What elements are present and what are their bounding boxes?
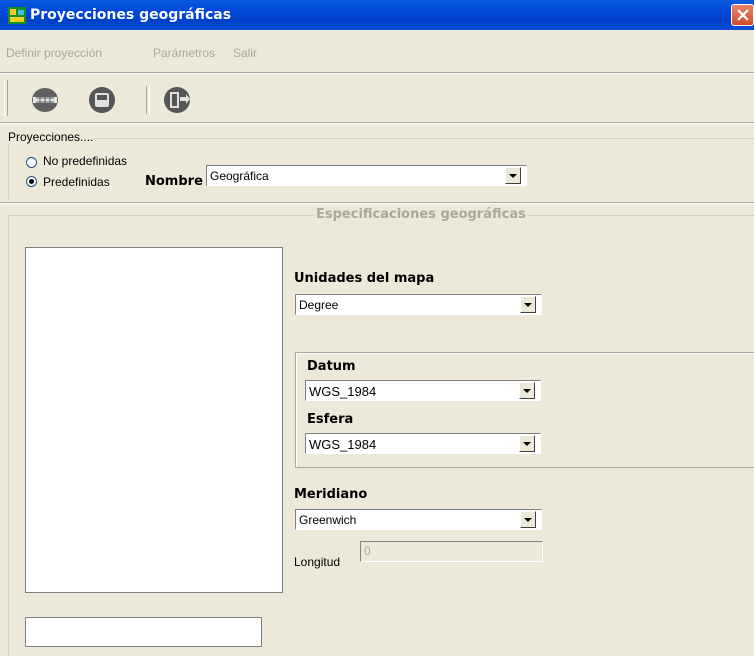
meridian-select-value: Greenwich	[299, 513, 357, 527]
title-bar[interactable]: Proyecciones geográficas	[0, 0, 754, 30]
globe-icon[interactable]	[31, 86, 59, 114]
geo-specs-legend: Especificaciones geográficas	[314, 207, 528, 222]
close-icon	[737, 9, 749, 21]
toolbar-separator-line	[0, 122, 754, 124]
menu-separator	[0, 72, 754, 74]
longitude-label: Longitud	[294, 555, 341, 569]
meridian-select[interactable]: Greenwich	[295, 509, 542, 530]
radio-predefinidas[interactable]	[26, 176, 37, 187]
app-icon	[8, 7, 26, 24]
menu-definir-proyeccion[interactable]: Definir proyección	[6, 46, 102, 60]
group-separator	[0, 202, 754, 204]
nombre-label: Nombre	[145, 174, 203, 189]
close-button[interactable]	[731, 4, 754, 26]
projection-list[interactable]	[25, 247, 283, 593]
units-select-value: Degree	[299, 298, 339, 312]
sphere-dropdown-button[interactable]	[519, 435, 535, 452]
sphere-label: Esfera	[307, 412, 354, 427]
sphere-select-value: WGS_1984	[309, 437, 377, 452]
menu-salir[interactable]: Salir	[233, 46, 257, 60]
radio-no-predefinidas[interactable]	[26, 157, 37, 168]
save-icon[interactable]	[88, 86, 116, 114]
datum-select-value: WGS_1984	[309, 384, 377, 399]
chevron-down-icon	[523, 442, 531, 446]
radio-predefinidas-label[interactable]: Predefinidas	[43, 175, 110, 189]
menu-parametros[interactable]: Parámetros	[153, 46, 215, 60]
nombre-select[interactable]: Geográfica	[206, 165, 527, 186]
meridian-label: Meridiano	[294, 487, 368, 502]
longitude-input[interactable]: 0	[360, 541, 543, 562]
chevron-down-icon	[524, 303, 532, 307]
nombre-dropdown-button[interactable]	[505, 167, 521, 184]
radio-selected-dot	[29, 179, 34, 184]
toolbar-grip	[4, 80, 8, 116]
chevron-down-icon	[509, 174, 517, 178]
sphere-select[interactable]: WGS_1984	[305, 433, 541, 454]
meridian-dropdown-button[interactable]	[520, 511, 536, 528]
projection-name-field[interactable]	[25, 617, 262, 647]
nombre-select-value: Geográfica	[210, 169, 269, 183]
menu-bar: Definir proyección Parámetros Salir	[0, 44, 754, 64]
longitude-value: 0	[364, 544, 371, 558]
chevron-down-icon	[523, 389, 531, 393]
chevron-down-icon	[524, 518, 532, 522]
window-title: Proyecciones geográficas	[30, 7, 232, 23]
toolbar-separator	[146, 86, 150, 114]
units-select[interactable]: Degree	[295, 294, 542, 315]
radio-no-predefinidas-label[interactable]: No predefinidas	[43, 154, 127, 168]
exit-door-icon[interactable]	[163, 86, 191, 114]
datum-select[interactable]: WGS_1984	[305, 380, 541, 401]
units-dropdown-button[interactable]	[520, 296, 536, 313]
units-label: Unidades del mapa	[294, 271, 435, 286]
projections-legend: Proyecciones....	[6, 130, 96, 144]
datum-label: Datum	[307, 359, 356, 374]
datum-dropdown-button[interactable]	[519, 382, 535, 399]
